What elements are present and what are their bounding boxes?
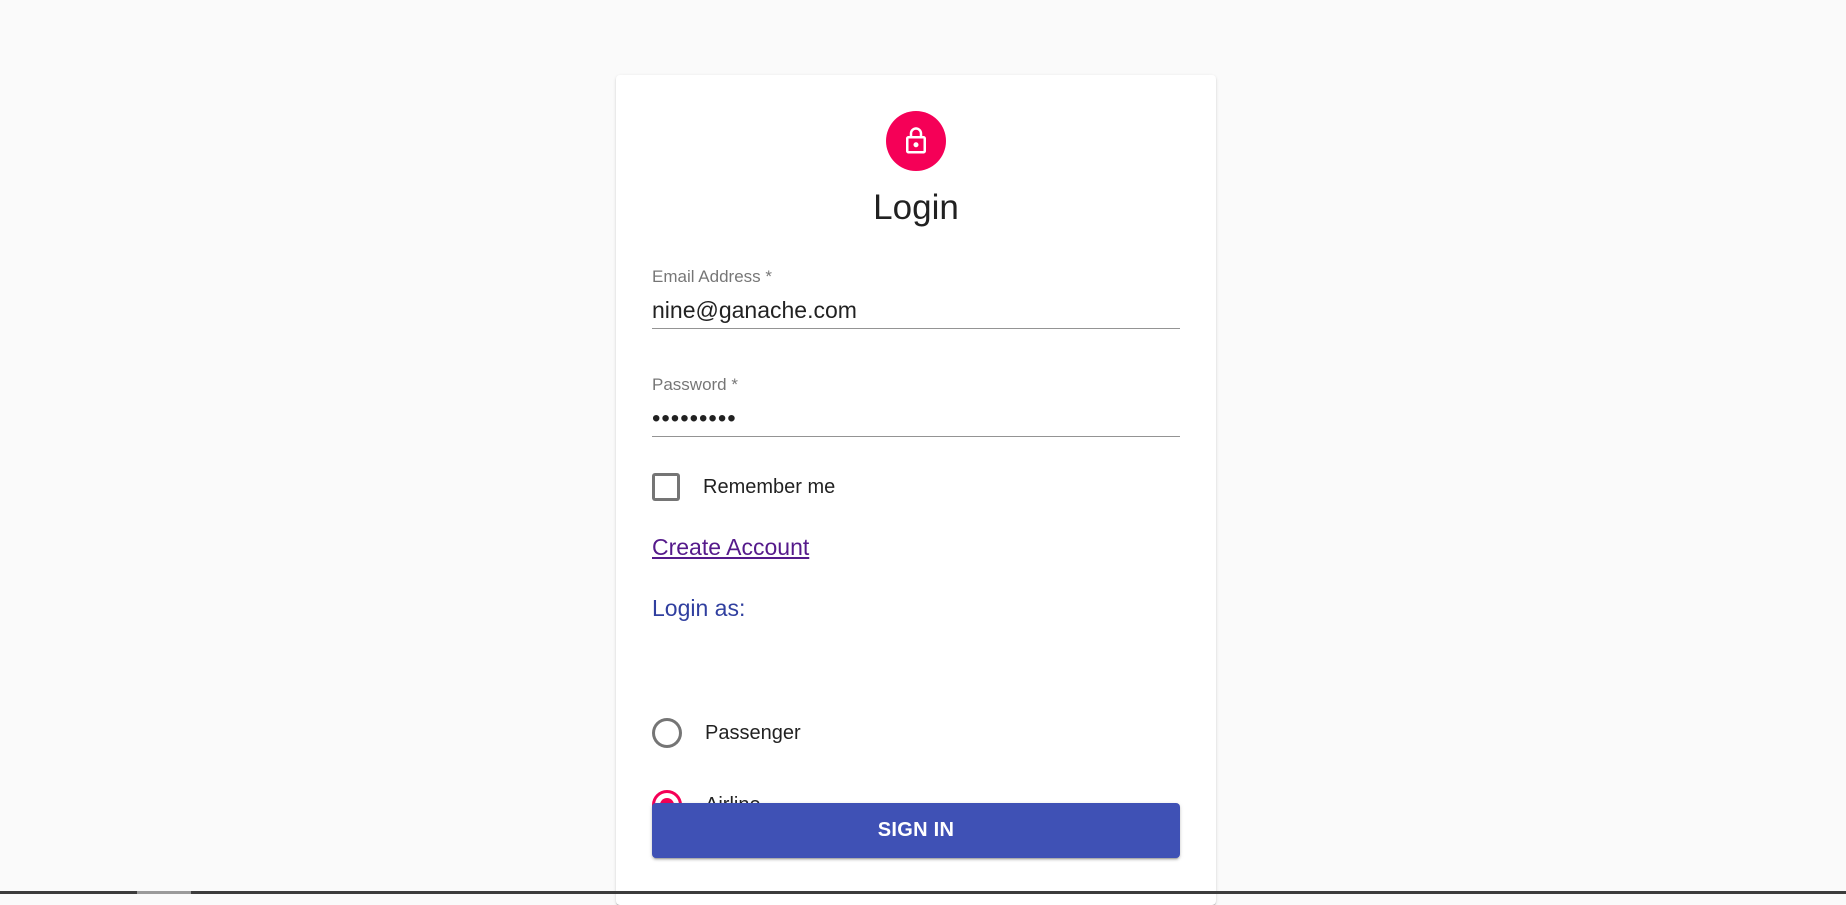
email-label: Email Address *	[652, 267, 772, 286]
create-account-link[interactable]: Create Account	[652, 534, 809, 561]
password-label: Password *	[652, 375, 738, 394]
avatar	[886, 111, 946, 171]
remember-me-row[interactable]: Remember me	[652, 473, 835, 501]
login-as-legend: Login as:	[652, 595, 746, 621]
email-input[interactable]	[652, 293, 1180, 329]
radio-passenger-label: Passenger	[705, 721, 801, 744]
email-field[interactable]: Email Address *	[652, 267, 1180, 339]
remember-me-checkbox[interactable]	[652, 473, 680, 501]
login-card: Login Email Address * Password * Remembe…	[616, 75, 1216, 905]
password-input[interactable]	[652, 401, 1180, 437]
radio-passenger[interactable]	[652, 718, 682, 748]
sign-in-button[interactable]: SIGN IN	[652, 803, 1180, 858]
password-field[interactable]: Password *	[652, 375, 1180, 447]
page-title: Login	[873, 188, 959, 227]
radio-passenger-row[interactable]: Passenger	[652, 718, 801, 748]
remember-me-label: Remember me	[703, 475, 836, 498]
lock-icon	[906, 127, 926, 154]
